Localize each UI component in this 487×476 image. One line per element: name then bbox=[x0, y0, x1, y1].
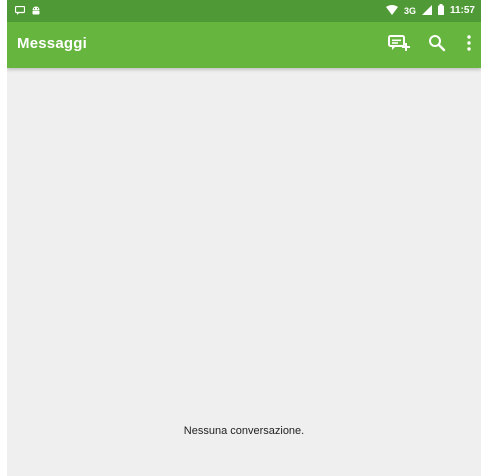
new-message-icon bbox=[388, 34, 410, 57]
signal-icon bbox=[421, 4, 432, 18]
new-message-button[interactable] bbox=[387, 33, 411, 57]
notification-icon bbox=[14, 5, 26, 18]
android-icon bbox=[31, 5, 41, 18]
app-bar: Messaggi bbox=[7, 22, 481, 68]
network-type-label: 3G bbox=[403, 6, 416, 16]
more-options-button[interactable] bbox=[457, 33, 481, 57]
search-button[interactable] bbox=[425, 33, 449, 57]
phone-screen: 3G 11:57 Messaggi Nessuna conversazione. bbox=[7, 0, 481, 476]
wifi-icon bbox=[385, 4, 398, 18]
status-left-icons bbox=[14, 5, 41, 18]
status-bar: 3G 11:57 bbox=[7, 0, 481, 22]
status-time: 11:57 bbox=[449, 5, 475, 16]
battery-icon bbox=[437, 4, 444, 18]
empty-state-message: Nessuna conversazione. bbox=[183, 425, 305, 437]
app-title: Messaggi bbox=[17, 35, 87, 52]
status-right-icons: 3G 11:57 bbox=[385, 4, 475, 18]
search-icon bbox=[428, 34, 446, 57]
more-options-icon bbox=[467, 34, 471, 56]
